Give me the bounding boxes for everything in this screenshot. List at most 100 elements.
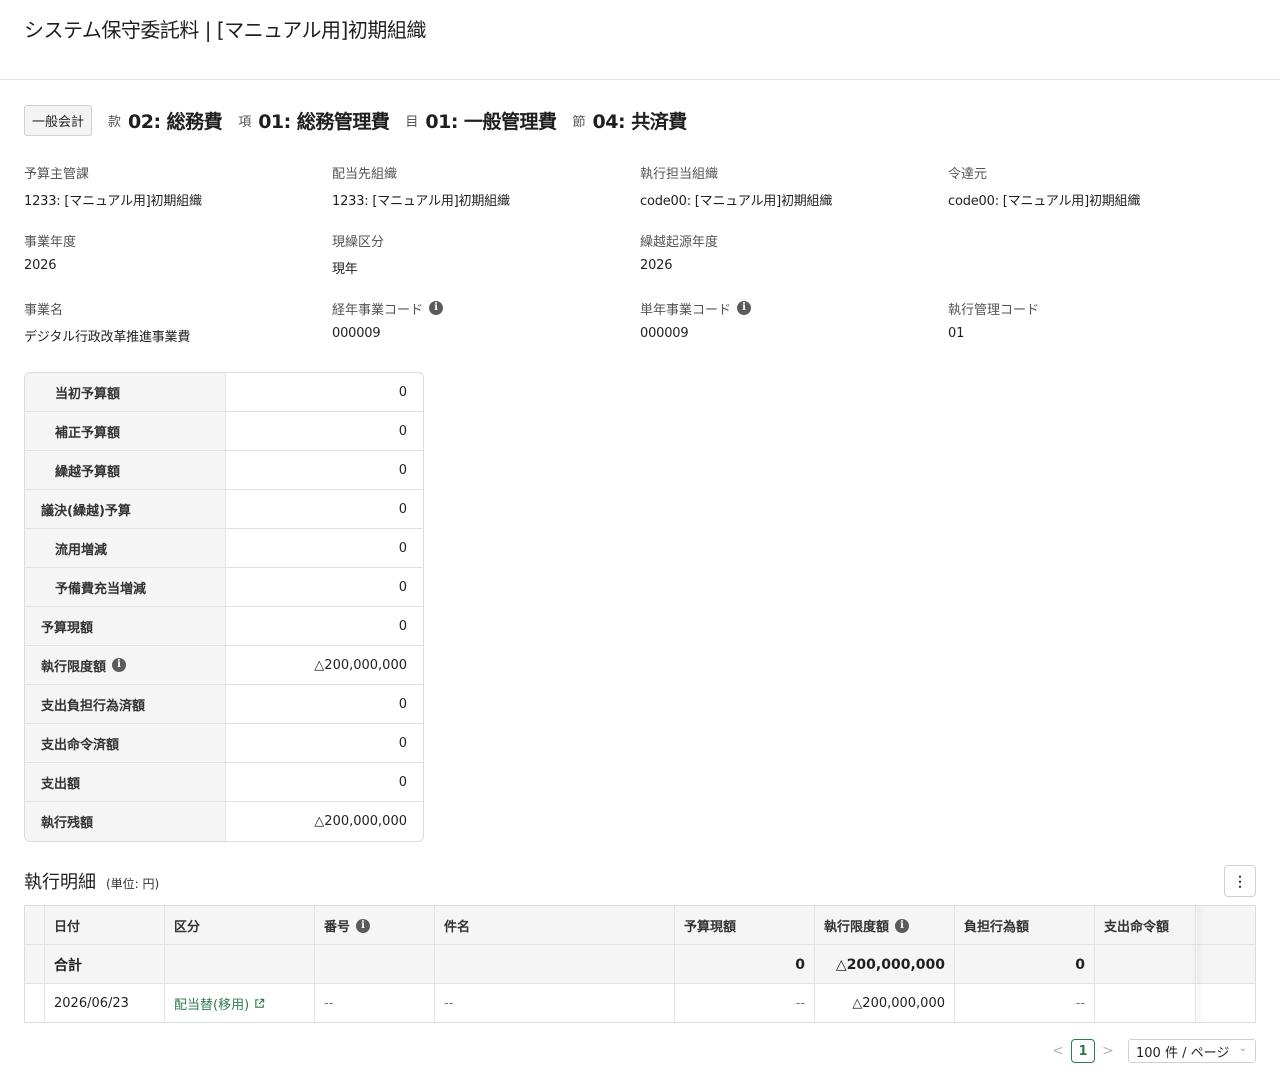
budget-value: 0 <box>398 696 407 712</box>
column-header-budget[interactable]: 予算現額 <box>675 906 815 945</box>
budget-label: 繰越予算額 <box>25 451 226 489</box>
info-value: code00: [マニュアル用]初期組織 <box>948 194 1141 209</box>
total-category <box>165 945 315 984</box>
column-header-order[interactable]: 支出命令額 <box>1095 906 1196 945</box>
row-order <box>1095 984 1196 1022</box>
column-header-number[interactable]: 番号 i <box>315 906 435 945</box>
budget-row: 予算現額 0 <box>25 607 423 646</box>
external-link-icon[interactable] <box>254 998 265 1009</box>
row-subject: -- <box>435 984 675 1022</box>
budget-row: 繰越予算額 0 <box>25 451 423 490</box>
row-date: 2026/06/23 <box>45 984 165 1022</box>
budget-row: 支出命令済額 0 <box>25 724 423 763</box>
setsu-value: 04: 共済費 <box>592 110 688 133</box>
budget-value: 0 <box>398 579 407 595</box>
account-badge: 一般会計 <box>24 104 93 136</box>
budget-value: 0 <box>398 618 407 634</box>
total-number <box>315 945 435 984</box>
info-grid: 予算主管課 1233: [マニュアル用]初期組織 配当先組織 1233: [マニ… <box>24 160 1256 364</box>
info-icon[interactable]: i <box>356 918 371 933</box>
info-row: 予算主管課 1233: [マニュアル用]初期組織 配当先組織 1233: [マニ… <box>24 160 1256 228</box>
total-commitment: 0 <box>955 945 1095 984</box>
details-table: 日付 区分 番号 i 件名 予算現額 執行限度額 i 負担行為額 支出命令額 合… <box>24 905 1256 1023</box>
column-header-date[interactable]: 日付 <box>45 906 165 945</box>
info-value: 1233: [マニュアル用]初期組織 <box>332 194 510 209</box>
info-project-name: 事業名 デジタル行政改革推進事業費 <box>24 296 332 364</box>
table-header-row: 日付 区分 番号 i 件名 予算現額 執行限度額 i 負担行為額 支出命令額 <box>25 906 1255 945</box>
info-fiscal-year: 事業年度 2026 <box>24 228 332 296</box>
budget-row: 支出負担行為済額 0 <box>25 685 423 724</box>
pagination: < 1 > <box>1049 1039 1117 1063</box>
info-label-text: 単年事業コード <box>640 302 732 318</box>
info-label: 執行管理コード <box>948 302 1040 318</box>
total-limit: △200,000,000 <box>815 945 955 984</box>
info-label: 繰越起源年度 <box>640 234 719 250</box>
info-icon[interactable]: i <box>737 301 752 315</box>
row-number: -- <box>315 984 435 1022</box>
budget-label: 流用増減 <box>25 529 226 567</box>
info-value: デジタル行政改革推進事業費 <box>24 330 191 345</box>
budget-value: 0 <box>398 501 407 517</box>
info-value: 01 <box>948 326 965 341</box>
budget-label: 支出額 <box>25 763 226 801</box>
budget-row: 議決(繰越)予算 0 <box>25 490 423 529</box>
details-unit: (単位: 円) <box>106 877 160 891</box>
budget-value: △200,000,000 <box>314 657 407 673</box>
budget-label: 補正予算額 <box>25 412 226 450</box>
total-extra <box>1196 945 1255 984</box>
info-label-text: 経年事業コード <box>332 302 424 318</box>
info-label: 単年事業コード i <box>640 296 948 320</box>
info-icon[interactable]: i <box>112 658 127 672</box>
info-label: 配当先組織 <box>332 166 398 182</box>
scroll-shadow <box>1195 906 1197 1022</box>
info-value: code00: [マニュアル用]初期組織 <box>640 194 833 209</box>
budget-summary-table: 当初予算額 0 補正予算額 0 繰越予算額 0 議決(繰越)予算 0 流用増減 … <box>24 372 424 842</box>
budget-value: 0 <box>398 540 407 556</box>
info-label: 予算主管課 <box>24 166 90 182</box>
info-value: 1233: [マニュアル用]初期組織 <box>24 194 202 209</box>
row-limit: △200,000,000 <box>815 984 955 1022</box>
info-current-carry-type: 現繰区分 現年 <box>332 228 640 296</box>
budget-row: 予備費充当増減 0 <box>25 568 423 607</box>
info-label: 現繰区分 <box>332 234 385 250</box>
more-menu-button[interactable]: ⋮ <box>1224 865 1256 897</box>
column-header-subject[interactable]: 件名 <box>435 906 675 945</box>
page-size-value: 100 件 / ページ <box>1136 1045 1230 1061</box>
info-value: 2026 <box>640 258 673 273</box>
category-link[interactable]: 配当替(移用) <box>174 994 249 1013</box>
info-icon[interactable]: i <box>429 301 444 315</box>
info-label: 令達元 <box>948 166 988 182</box>
column-header-limit[interactable]: 執行限度額 i <box>815 906 955 945</box>
budget-value: 0 <box>398 462 407 478</box>
info-singleyear-code: 単年事業コード i 000009 <box>640 296 948 364</box>
select-cell <box>25 984 45 1022</box>
info-execution-mgmt-code: 執行管理コード 01 <box>948 296 1256 364</box>
column-header-limit-text: 執行限度額 <box>824 920 890 935</box>
column-header-category[interactable]: 区分 <box>165 906 315 945</box>
column-header-commitment[interactable]: 負担行為額 <box>955 906 1095 945</box>
row-category: 配当替(移用) <box>165 984 315 1022</box>
page-1-button[interactable]: 1 <box>1071 1039 1095 1063</box>
budget-row: 補正予算額 0 <box>25 412 423 451</box>
select-column-header <box>25 906 45 945</box>
info-label: 事業名 <box>24 302 64 318</box>
budget-row: 当初予算額 0 <box>25 373 423 412</box>
budget-label: 執行限度額 i <box>25 646 226 684</box>
info-icon[interactable]: i <box>895 918 910 933</box>
info-label: 事業年度 <box>24 234 77 250</box>
budget-label: 支出負担行為済額 <box>25 685 226 723</box>
info-carryover-origin-year: 繰越起源年度 2026 <box>640 228 948 296</box>
page-size-select[interactable]: 100 件 / ページ ⌄ <box>1128 1039 1256 1063</box>
total-budget: 0 <box>675 945 815 984</box>
moku-value: 01: 一般管理費 <box>425 110 557 133</box>
budget-label: 議決(繰越)予算 <box>25 490 226 528</box>
next-page-button[interactable]: > <box>1099 1043 1117 1059</box>
budget-row: 執行限度額 i △200,000,000 <box>25 646 423 685</box>
budget-label: 支出命令済額 <box>25 724 226 762</box>
info-label: 執行担当組織 <box>640 166 719 182</box>
info-issuer: 令達元 code00: [マニュアル用]初期組織 <box>948 160 1256 228</box>
prev-page-button[interactable]: < <box>1049 1043 1067 1059</box>
budget-label: 執行残額 <box>25 802 226 841</box>
kebab-icon: ⋮ <box>1233 872 1247 889</box>
page-header: システム保守委託料 | [マニュアル用]初期組織 <box>0 0 1280 80</box>
